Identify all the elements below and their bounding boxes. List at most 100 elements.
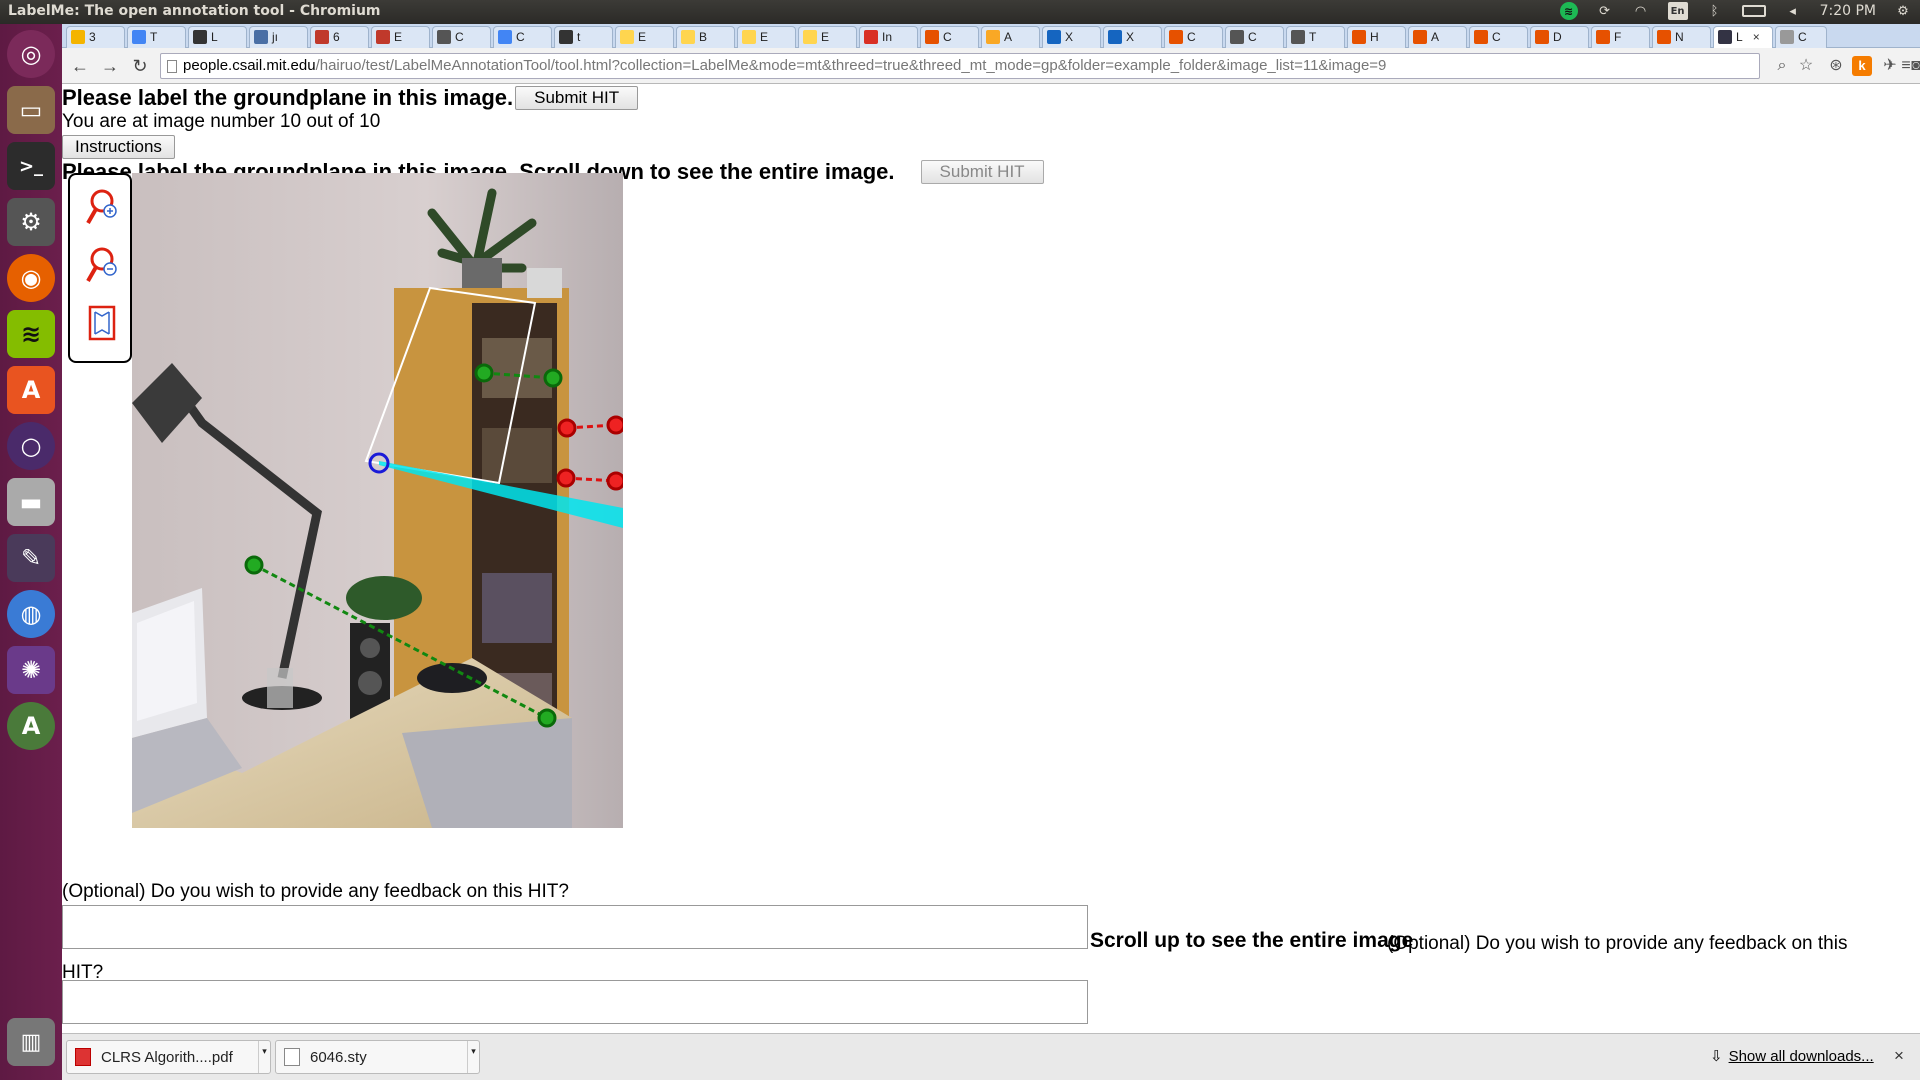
submit-hit-button-2[interactable]: Submit HIT	[920, 160, 1044, 184]
browser-tab[interactable]: X	[1042, 26, 1101, 48]
extension-icon[interactable]: ⊛	[1826, 56, 1846, 76]
show-all-downloads-link[interactable]: Show all downloads...	[1729, 1048, 1874, 1065]
download-options-icon[interactable]: ▾	[258, 1041, 270, 1073]
files-icon[interactable]: ▭	[7, 86, 55, 134]
bluetooth-icon[interactable]: ᛒ	[1706, 2, 1724, 20]
green-point-3[interactable]	[244, 555, 264, 575]
browser-tab[interactable]: jı	[249, 26, 308, 48]
chromium-icon[interactable]: ◍	[7, 590, 55, 638]
ubuntu-dash-icon[interactable]: ◎	[7, 30, 55, 78]
browser-tab[interactable]: T	[127, 26, 186, 48]
tab-favicon-icon	[864, 30, 878, 44]
tab-label: E	[760, 30, 769, 44]
wifi-icon[interactable]: ◠	[1632, 2, 1650, 20]
spotify-indicator-icon[interactable]: ≋	[1559, 2, 1578, 20]
browser-tab[interactable]: C	[1225, 26, 1284, 48]
tab-close-icon[interactable]: ×	[1753, 30, 1760, 44]
tab-label: N	[1675, 30, 1684, 44]
browser-tab[interactable]: t	[554, 26, 613, 48]
browser-tab[interactable]: C	[432, 26, 491, 48]
terminal-icon[interactable]: >_	[7, 142, 55, 190]
download-item-sty[interactable]: 6046.sty ▾	[275, 1040, 480, 1074]
download-options-icon[interactable]: ▾	[467, 1041, 479, 1073]
session-gear-icon[interactable]: ⚙	[1894, 2, 1912, 20]
tab-label: 3	[89, 30, 96, 44]
browser-tab-active[interactable]: L ×	[1713, 26, 1773, 49]
browser-tab[interactable]: E	[615, 26, 674, 48]
download-arrow-icon: ⇩	[1710, 1048, 1723, 1065]
feedback-textarea-2[interactable]	[62, 980, 1088, 1024]
red-point-2[interactable]	[606, 415, 623, 435]
browser-tab[interactable]: H	[1347, 26, 1406, 48]
green-point-1[interactable]	[474, 363, 494, 383]
bookmark-star-icon[interactable]: ☆	[1796, 56, 1816, 76]
system-settings-icon[interactable]: ⚙	[7, 198, 55, 246]
sync-indicator-icon[interactable]: ⟳	[1596, 2, 1614, 20]
extension-k-icon[interactable]: k	[1852, 56, 1872, 76]
firefox-icon[interactable]: ◉	[7, 254, 55, 302]
back-arrow-icon[interactable]: ←	[70, 56, 90, 76]
browser-tab[interactable]: T	[1286, 26, 1345, 48]
tab-label: L	[1736, 30, 1743, 44]
browser-tab[interactable]: X	[1103, 26, 1162, 48]
tab-favicon-icon	[1413, 30, 1427, 44]
browser-tab[interactable]: C	[920, 26, 979, 48]
close-shelf-icon[interactable]: ×	[1894, 1046, 1904, 1066]
browser-tab[interactable]: E	[798, 26, 857, 48]
browser-tab[interactable]: In	[859, 26, 918, 48]
browser-tab[interactable]: N	[1652, 26, 1711, 48]
browser-tab[interactable]: A	[1408, 26, 1467, 48]
drive-icon[interactable]: ▬	[7, 478, 55, 526]
annotation-canvas[interactable]	[132, 173, 623, 828]
tab-favicon-icon	[742, 30, 756, 44]
tab-label: D	[1553, 30, 1562, 44]
trash-icon[interactable]: ▥	[7, 1018, 55, 1066]
keyboard-language-indicator[interactable]: En	[1667, 2, 1688, 20]
address-bar[interactable]: people.csail.mit.edu/hairuo/test/LabelMe…	[160, 53, 1760, 79]
forward-arrow-icon[interactable]: →	[100, 56, 120, 76]
red-point-3[interactable]	[556, 468, 576, 488]
drawer	[402, 718, 572, 828]
tab-favicon-icon	[1047, 30, 1061, 44]
submit-hit-button[interactable]: Submit HIT	[515, 86, 639, 110]
browser-tab[interactable]: C	[1164, 26, 1223, 48]
green-point-4[interactable]	[537, 708, 557, 728]
tab-favicon-icon	[1780, 30, 1794, 44]
browser-tab[interactable]: F	[1591, 26, 1650, 48]
red-point-1[interactable]	[557, 418, 577, 438]
instructions-button[interactable]: Instructions	[62, 135, 175, 159]
software-updater-icon[interactable]: A	[7, 702, 55, 750]
spotify-icon[interactable]: ≋	[7, 310, 55, 358]
browser-tab[interactable]: B	[676, 26, 735, 48]
browser-tab[interactable]: D	[1530, 26, 1589, 48]
browser-tab[interactable]: 3	[66, 26, 125, 48]
app-circle-icon[interactable]: ○	[7, 422, 55, 470]
browser-tab[interactable]: C	[493, 26, 552, 48]
browser-tab[interactable]: E	[737, 26, 796, 48]
reload-icon[interactable]: ↻	[130, 56, 150, 76]
fit-image-icon[interactable]	[82, 303, 122, 343]
tab-favicon-icon	[803, 30, 817, 44]
clock[interactable]: 7:20 PM	[1820, 3, 1876, 19]
browser-tab[interactable]: L	[188, 26, 247, 48]
browser-tab[interactable]: A	[981, 26, 1040, 48]
software-center-icon[interactable]: A	[7, 366, 55, 414]
browser-tab[interactable]: E	[371, 26, 430, 48]
app-spiral-icon[interactable]: ✺	[7, 646, 55, 694]
zoom-in-icon[interactable]	[82, 187, 122, 227]
zoom-out-icon[interactable]	[82, 245, 122, 285]
volume-icon[interactable]: ◂	[1784, 2, 1802, 20]
browser-tab[interactable]: C	[1469, 26, 1528, 48]
tab-label: X	[1065, 30, 1074, 44]
hamburger-menu-icon[interactable]: ≡	[1896, 56, 1916, 76]
battery-icon[interactable]	[1741, 5, 1766, 17]
text-editor-icon[interactable]: ✎	[7, 534, 55, 582]
show-all-downloads[interactable]: ⇩ Show all downloads...	[1710, 1047, 1874, 1066]
browser-tab[interactable]: 6	[310, 26, 369, 48]
red-point-4[interactable]	[606, 471, 623, 491]
browser-tab[interactable]: C	[1775, 26, 1827, 48]
search-icon[interactable]: ⌕	[1772, 56, 1792, 76]
green-point-2[interactable]	[543, 368, 563, 388]
feedback-prompt-2: (Optional) Do you wish to provide any fe…	[62, 933, 1848, 983]
download-item-pdf[interactable]: CLRS Algorith....pdf ▾	[66, 1040, 271, 1074]
